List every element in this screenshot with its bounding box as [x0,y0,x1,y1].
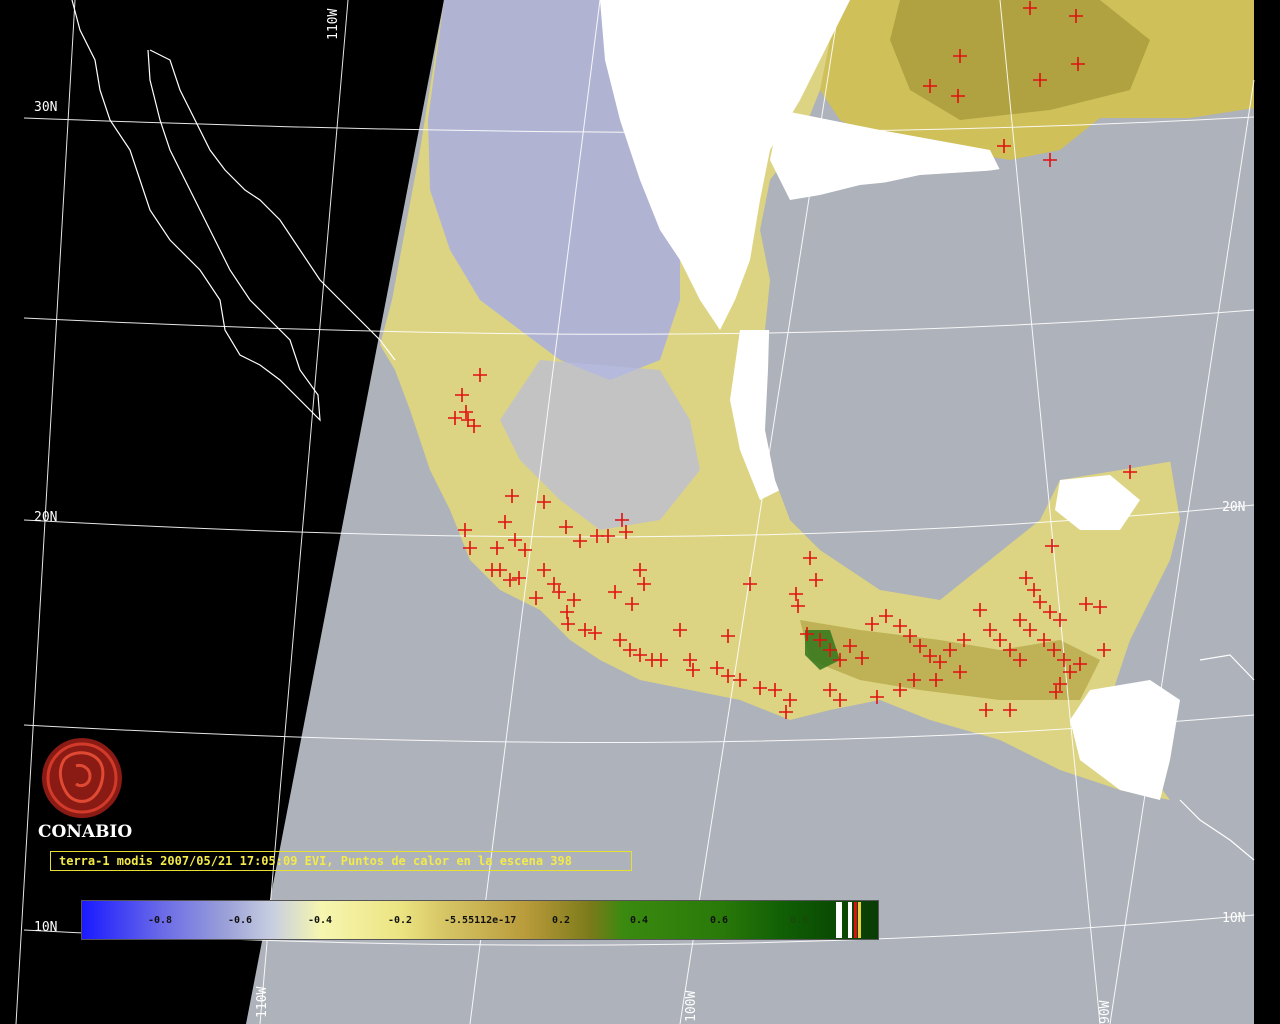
colorbar-swatch-cloud [836,902,842,938]
evi-colorbar: -0.8 -0.6 -0.4 -0.2 -5.55112e-17 0.2 0.4… [81,900,879,940]
lat-label-20n-east: 20N [1222,500,1246,515]
colorbar-swatch-nodata [848,902,852,938]
colorbar-label: 0.4 [630,915,649,926]
lat-label-30n: 30N [34,100,58,115]
colorbar-label: 0.8 [790,915,809,926]
colorbar-label: -5.55112e-17 [444,915,517,926]
lon-label-100w: 100W [684,990,699,1022]
lon-label-90w: 90W [1098,1000,1113,1024]
colorbar-label: -0.2 [388,915,413,926]
colorbar-label: 0.6 [710,915,729,926]
colorbar-swatch-land [858,902,861,938]
lat-label-10n-west: 10N [34,920,58,935]
scene-caption: terra-1 modis 2007/05/21 17:05:09 EVI, P… [50,851,632,871]
baja-coastline [71,0,396,422]
lat-label-20n-west: 20N [34,510,58,525]
colorbar-label: -0.8 [148,915,173,926]
lon-label-110w-bottom: 110W [255,986,270,1018]
colorbar-swatch-hotspot [854,902,857,938]
colorbar-label: 0.2 [552,915,571,926]
colorbar-label: -0.6 [228,915,253,926]
conabio-logo [42,738,122,818]
conabio-logo-text: CONABIO [38,822,133,842]
lat-label-10n-east: 10N [1222,911,1246,926]
lon-label-110w-top: 110W [326,8,341,40]
colorbar-label: -0.4 [308,915,333,926]
